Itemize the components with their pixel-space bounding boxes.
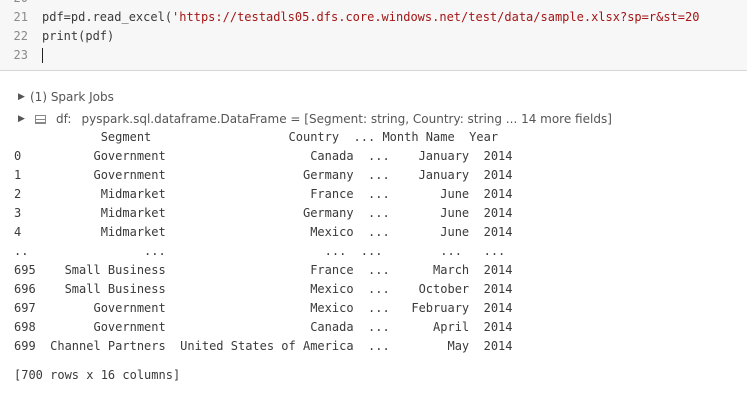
code-line: 20: [0, 0, 747, 8]
code-line: 23: [0, 46, 747, 65]
line-number: 20: [0, 0, 28, 8]
output-row: 0 Government Canada ... January 2014: [14, 149, 513, 163]
line-number: 23: [13, 48, 28, 62]
expand-triangle-icon: ▶: [18, 114, 25, 124]
output-row: 698 Government Canada ... April 2014: [14, 320, 513, 334]
spark-jobs-label: (1) Spark Jobs: [30, 90, 114, 104]
spark-jobs-toggle[interactable]: ▶ (1) Spark Jobs: [18, 88, 114, 106]
output-row: 699 Channel Partners United States of Am…: [14, 339, 513, 353]
dataframe-schema-toggle[interactable]: ▶ df: pyspark.sql.dataframe.DataFrame = …: [18, 110, 612, 128]
line-number: 21: [13, 10, 28, 24]
output-row: 3 Midmarket Germany ... June 2014: [14, 206, 513, 220]
code-text: pdf=pd.read_excel('https://testadls05.df…: [42, 10, 700, 24]
code-editor[interactable]: 20 21 pdf=pd.read_excel('https://testadl…: [0, 0, 747, 71]
dataframe-type: pyspark.sql.dataframe.DataFrame = [Segme…: [81, 112, 612, 126]
code-text: print(pdf): [42, 29, 115, 43]
line-number: 22: [13, 29, 28, 43]
code-line: 22 print(pdf): [0, 27, 747, 46]
text-cursor: [42, 48, 43, 63]
output-row: 696 Small Business Mexico ... October 20…: [14, 282, 513, 296]
code-line: 21 pdf=pd.read_excel('https://testadls05…: [0, 8, 747, 27]
output-row: 697 Government Mexico ... February 2014: [14, 301, 513, 315]
output-row: 4 Midmarket Mexico ... June 2014: [14, 225, 513, 239]
output-summary: [700 rows x 16 columns]: [14, 368, 181, 382]
expand-triangle-icon: ▶: [18, 92, 25, 102]
output-row: 1 Government Germany ... January 2014: [14, 168, 513, 182]
output-header: Segment Country ... Month Name Year: [14, 130, 499, 144]
output-row: 695 Small Business France ... March 2014: [14, 263, 513, 277]
table-icon: [35, 114, 46, 124]
dataframe-name: df:: [56, 112, 72, 126]
output-row: .. ... ... ... ... ...: [14, 244, 506, 258]
output-row: 2 Midmarket France ... June 2014: [14, 187, 513, 201]
cell-output: Segment Country ... Month Name Year 0 Go…: [0, 128, 747, 400]
